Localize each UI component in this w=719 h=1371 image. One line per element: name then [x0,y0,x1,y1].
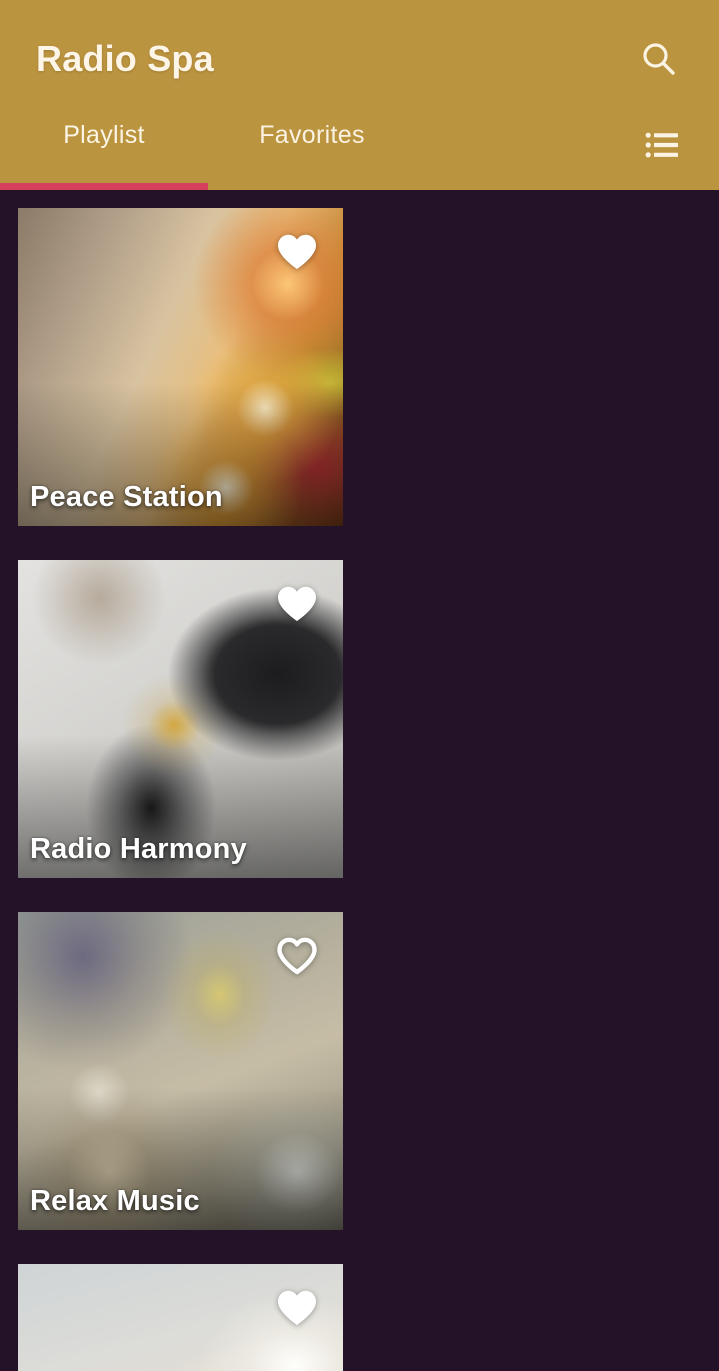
favorite-button[interactable] [271,226,323,278]
page-title: Radio Spa [36,38,214,79]
tab-playlist[interactable]: Playlist [0,118,208,180]
tab-favorites[interactable]: Favorites [208,118,416,180]
station-grid: Peace Station Radio Harmony Relax Music [0,190,719,1371]
station-card[interactable]: Spa Vibes [18,1264,343,1371]
favorite-button[interactable] [271,1282,323,1334]
station-card[interactable]: Relax Music [18,912,343,1230]
app-bar-top-row: Radio Spa [0,0,719,118]
favorite-button[interactable] [271,578,323,630]
tab-playlist-label: Playlist [63,121,145,149]
tab-favorites-label: Favorites [259,121,365,149]
heart-filled-icon [278,234,316,269]
list-menu-icon [645,132,678,158]
station-card[interactable]: Peace Station [18,208,343,526]
heart-filled-icon [278,1290,316,1325]
app-bar: Radio Spa Playlist Favorites [0,0,719,190]
heart-outline-icon [277,937,317,975]
favorite-button[interactable] [271,930,323,982]
list-menu-button[interactable] [635,120,689,170]
station-card[interactable]: Radio Harmony [18,560,343,878]
search-icon [643,43,675,75]
tab-bar: Playlist Favorites [0,118,719,190]
app-screen: Radio Spa Playlist Favorites Peace Stati… [0,0,719,1371]
search-button[interactable] [633,33,685,85]
heart-filled-icon [278,586,316,621]
active-tab-indicator [0,183,208,190]
